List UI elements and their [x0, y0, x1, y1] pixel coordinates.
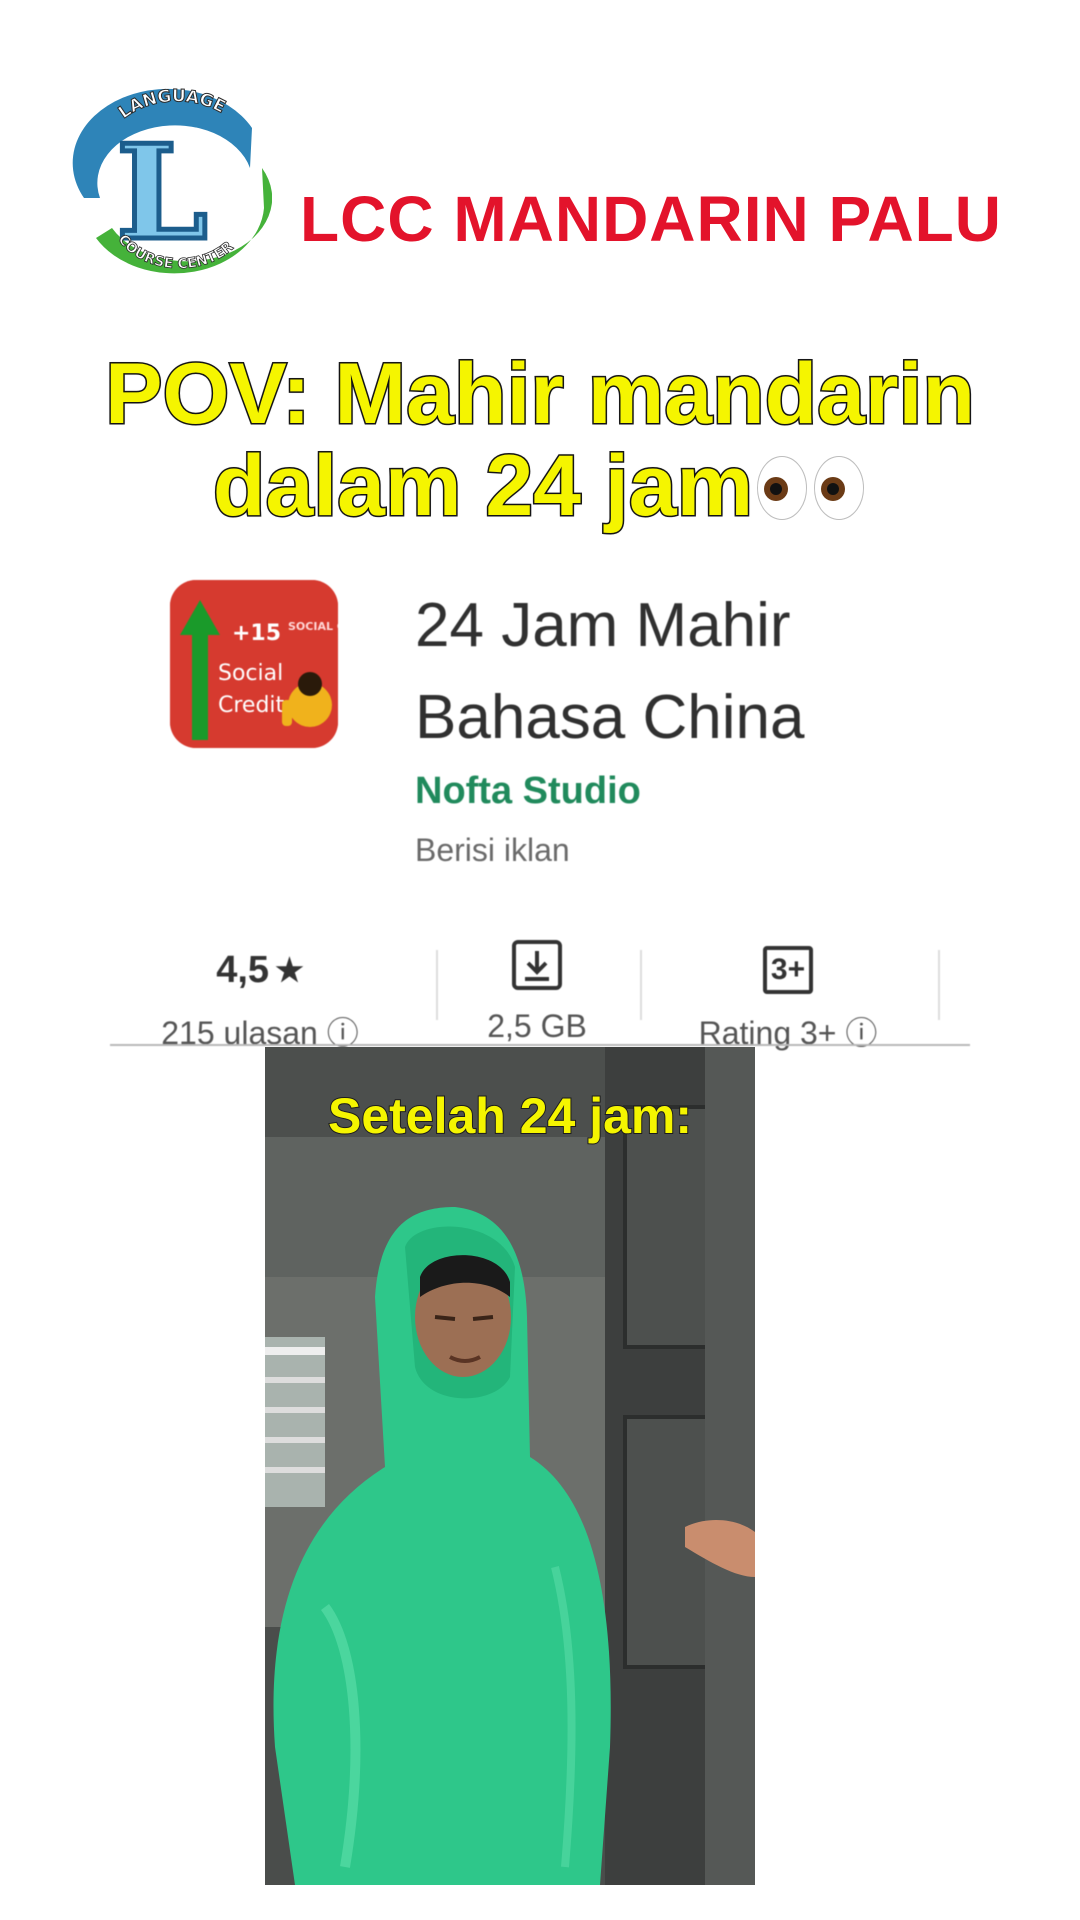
- divider: [938, 950, 940, 1020]
- app-title-line-2: Bahasa China: [415, 683, 805, 752]
- rating-value: 4,5: [216, 948, 270, 991]
- video-scene: [265, 1047, 755, 1885]
- svg-text:Credit: Credit: [218, 693, 285, 718]
- svg-text:+15: +15: [232, 621, 281, 646]
- separator-line: [110, 1044, 970, 1046]
- app-icon[interactable]: +15 SOCIAL CREDIT Social Credit: [170, 580, 338, 748]
- stat-rating[interactable]: 4,5 ★ 215 ulasan ⓘ: [145, 940, 375, 1054]
- caption-line-2-text: dalam 24 jam: [211, 438, 754, 534]
- app-size: 2,5 GB: [487, 1008, 587, 1044]
- svg-text:Social: Social: [218, 661, 283, 686]
- star-icon: ★: [275, 952, 304, 988]
- caption-line-2: dalam 24 jam: [40, 438, 1040, 539]
- eyes-icon: [755, 446, 867, 539]
- caption-line-1: POV: Mahir mandarin: [104, 346, 977, 442]
- stat-size: 2,5 GB: [422, 940, 652, 1045]
- developer-link[interactable]: Nofta Studio: [415, 770, 641, 813]
- divider: [640, 950, 642, 1020]
- app-title: 24 Jam Mahir Bahasa China: [415, 580, 805, 764]
- app-title-line-1: 24 Jam Mahir: [415, 591, 791, 660]
- app-stats: 4,5 ★ 215 ulasan ⓘ 2,5 GB 3+ Rating 3+ ⓘ: [110, 940, 970, 1051]
- contains-ads-label: Berisi iklan: [415, 832, 570, 868]
- video-frame[interactable]: Setelah 24 jam:: [265, 1047, 755, 1885]
- brand-title: LCC MANDARIN PALU: [300, 183, 1002, 255]
- video-caption: Setelah 24 jam:: [327, 1087, 693, 1145]
- download-icon: [511, 939, 563, 1001]
- stat-content-rating[interactable]: 3+ Rating 3+ ⓘ: [673, 940, 903, 1054]
- content-rating-icon: 3+: [762, 946, 814, 994]
- lcc-logo: L LANGUAGE COURSE CENTER: [72, 86, 273, 288]
- app-listing: +15 SOCIAL CREDIT Social Credit 24 Jam M…: [110, 560, 970, 1051]
- svg-text:SOCIAL CREDIT: SOCIAL CREDIT: [288, 620, 338, 633]
